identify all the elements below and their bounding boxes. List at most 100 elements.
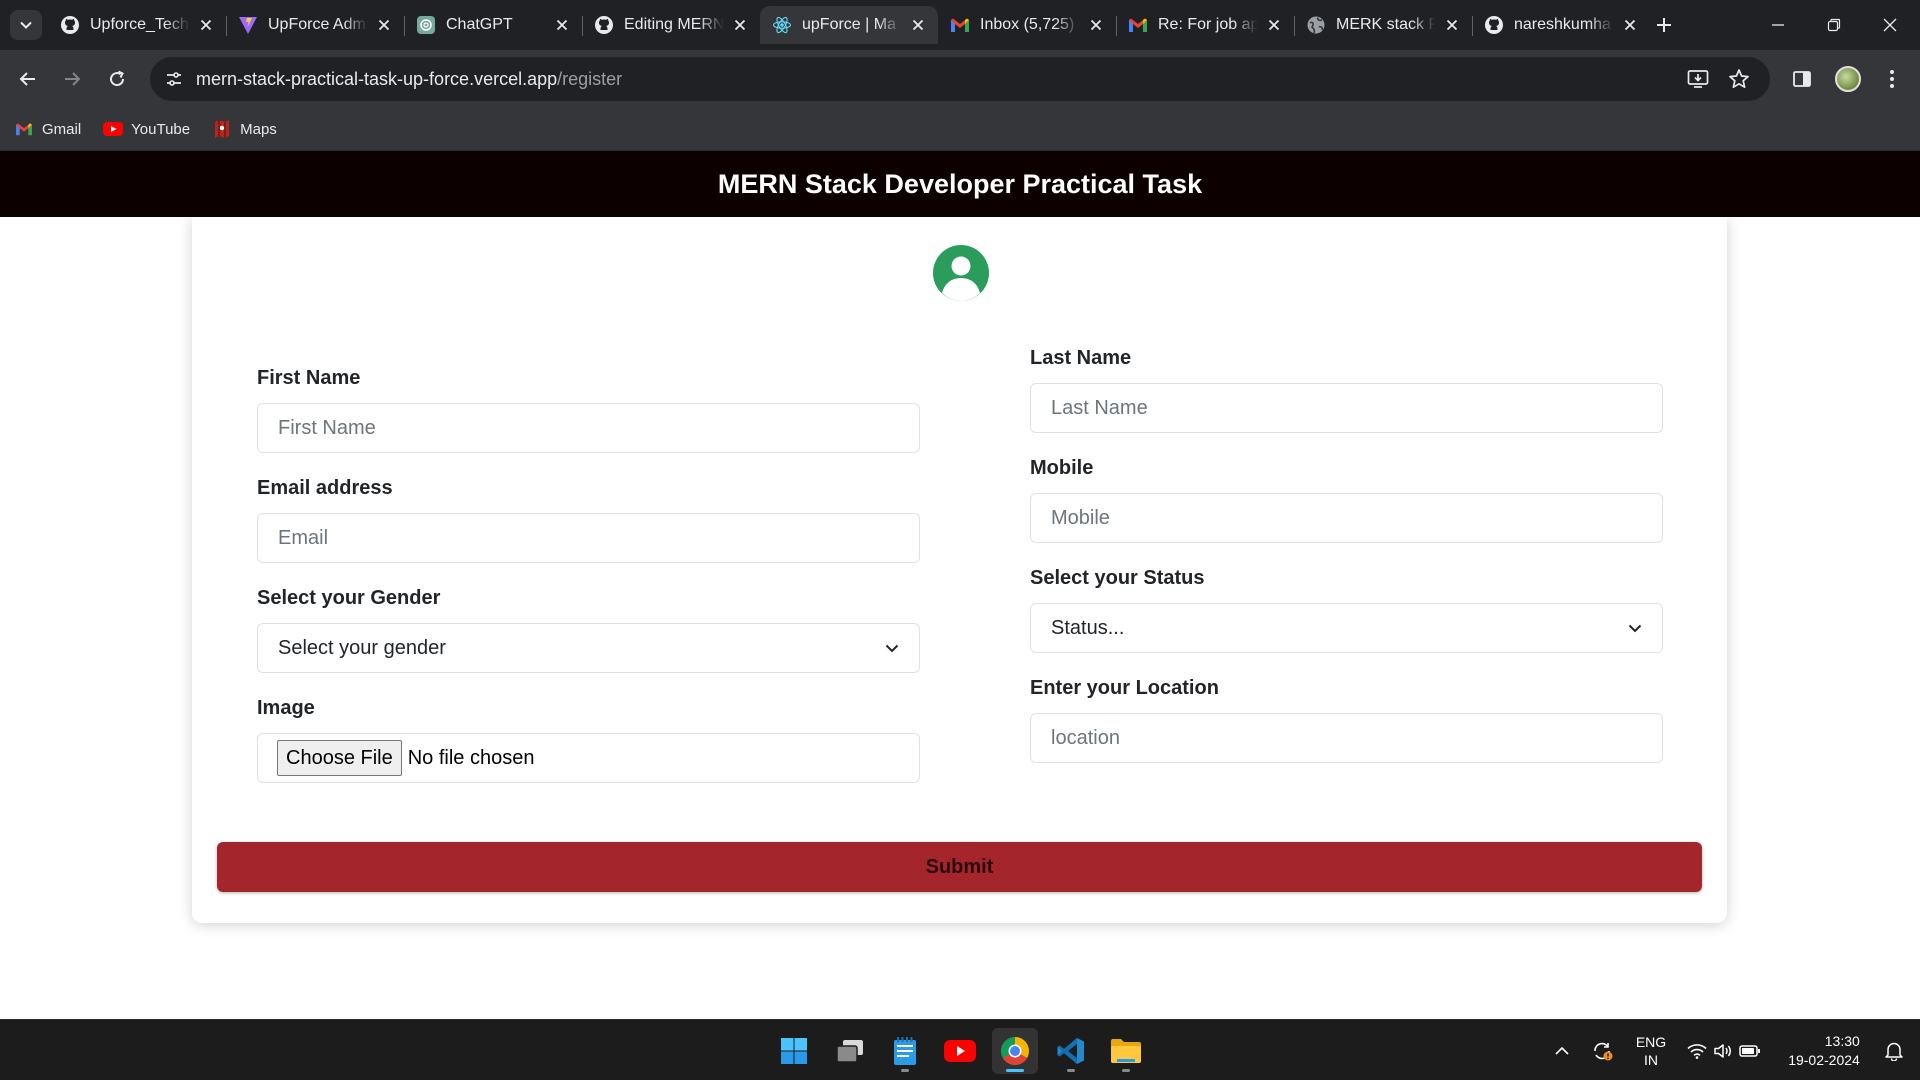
tab-title: UpForce Adm: [268, 16, 366, 33]
minimize-icon: [1772, 24, 1784, 26]
close-icon[interactable]: [1442, 15, 1462, 35]
task-view-icon[interactable]: [827, 1028, 873, 1074]
tab-title: Re: For job ap: [1158, 16, 1258, 33]
tab-search-button[interactable]: [10, 10, 42, 40]
clock-time: 13:30: [1824, 1032, 1860, 1049]
new-tab-button[interactable]: [1650, 11, 1678, 39]
install-app-icon[interactable]: [1685, 67, 1711, 91]
vscode-icon[interactable]: [1048, 1028, 1094, 1074]
url-path: /register: [557, 68, 623, 89]
restore-button[interactable]: [1806, 0, 1862, 50]
running-indicator: [1067, 1069, 1075, 1072]
region-code: IN: [1644, 1051, 1658, 1068]
youtube-icon: [103, 119, 124, 139]
bookmark-gmail[interactable]: Gmail: [14, 119, 81, 139]
battery-icon: [1739, 1044, 1760, 1057]
chevron-up-icon: [1555, 1046, 1569, 1055]
language-indicator[interactable]: ENG IN: [1628, 1020, 1674, 1080]
browser-tab-active[interactable]: upForce | Ma: [760, 6, 938, 44]
language-code: ENG: [1635, 1033, 1667, 1050]
site-info-icon[interactable]: [154, 59, 194, 99]
close-icon[interactable]: [1620, 15, 1640, 35]
vite-icon: [238, 15, 258, 35]
browser-tab[interactable]: MERK stack P: [1294, 6, 1473, 44]
choose-file-button[interactable]: Choose File: [277, 740, 402, 776]
mobile-label: Mobile: [1030, 457, 1094, 479]
browser-tab[interactable]: UpForce Adm: [226, 6, 405, 44]
last-name-input[interactable]: Last Name: [1030, 383, 1663, 433]
notifications-button[interactable]: [1874, 1020, 1914, 1080]
browser-tab[interactable]: Editing MERN: [582, 6, 761, 44]
location-input[interactable]: location: [1030, 713, 1663, 763]
tab-title: nareshkumha: [1514, 16, 1611, 33]
address-bar[interactable]: mern-stack-practical-task-up-force.verce…: [150, 57, 1770, 101]
forward-button[interactable]: [56, 63, 88, 95]
minimize-button[interactable]: [1750, 0, 1806, 50]
browser-tab[interactable]: nareshkumha: [1472, 6, 1650, 44]
status-selected-value: Status...: [1051, 616, 1125, 639]
close-icon[interactable]: [196, 15, 216, 35]
profile-button[interactable]: [1832, 63, 1864, 95]
clock[interactable]: 13:30 19-02-2024: [1774, 1020, 1874, 1080]
quick-settings-button[interactable]: [1684, 1020, 1764, 1080]
gender-select[interactable]: Select your gender: [257, 623, 920, 673]
tab-title: Inbox (5,725): [980, 16, 1075, 33]
browser-tab[interactable]: Re: For job ap: [1116, 6, 1295, 44]
status-select[interactable]: Status...: [1030, 603, 1663, 653]
file-explorer-icon[interactable]: [1103, 1028, 1149, 1074]
close-icon[interactable]: [374, 15, 394, 35]
windows-start-icon[interactable]: [771, 1028, 817, 1074]
arrow-left-icon: [19, 72, 35, 86]
bookmark-star-icon[interactable]: [1726, 67, 1752, 91]
side-panel-button[interactable]: [1786, 63, 1818, 95]
bookmark-label: YouTube: [131, 120, 191, 138]
running-indicator: [1006, 1069, 1024, 1072]
back-button[interactable]: [12, 63, 44, 95]
chatgpt-icon: [416, 15, 436, 35]
last-name-label: Last Name: [1030, 347, 1132, 369]
close-icon[interactable]: [1264, 15, 1284, 35]
gmail-icon: [950, 15, 970, 35]
react-icon: [772, 15, 792, 35]
chevron-down-icon: [883, 639, 901, 657]
window-close-button[interactable]: [1862, 0, 1918, 50]
close-icon[interactable]: [552, 15, 572, 35]
tab-title: Editing MERN: [624, 16, 724, 33]
close-icon[interactable]: [908, 15, 928, 35]
close-icon[interactable]: [730, 15, 750, 35]
bookmark-youtube[interactable]: YouTube: [103, 119, 190, 139]
register-form-card: First Name First Name Email address Emai…: [192, 217, 1727, 923]
show-hidden-icons-button[interactable]: [1548, 1020, 1576, 1080]
image-file-input[interactable]: Choose File No file chosen: [257, 733, 920, 783]
location-label: Enter your Location: [1030, 677, 1219, 699]
notepad-icon[interactable]: [882, 1028, 928, 1074]
browser-tab[interactable]: Upforce_Tech: [48, 6, 227, 44]
mobile-input[interactable]: Mobile: [1030, 493, 1663, 543]
bookmark-maps[interactable]: Maps: [212, 119, 277, 139]
github-icon: [1484, 15, 1504, 35]
page-title: MERN Stack Developer Practical Task: [717, 168, 1203, 199]
running-indicator: [901, 1069, 909, 1072]
chevron-down-icon: [20, 21, 32, 29]
chrome-icon[interactable]: [992, 1028, 1038, 1074]
browser-tab[interactable]: Inbox (5,725): [938, 6, 1117, 44]
gender-selected-value: Select your gender: [278, 636, 446, 659]
avatar: [1835, 66, 1861, 92]
app-header: MERN Stack Developer Practical Task: [0, 151, 1920, 217]
submit-button[interactable]: Submit: [217, 842, 1702, 892]
first-name-input[interactable]: First Name: [257, 403, 920, 453]
sync-icon[interactable]: [1586, 1020, 1618, 1080]
tab-title: upForce | Ma: [802, 16, 896, 33]
running-indicator: [1122, 1069, 1130, 1072]
browser-menu-button[interactable]: [1876, 63, 1908, 95]
github-icon: [60, 15, 80, 35]
email-input[interactable]: Email: [257, 513, 920, 563]
youtube-app-icon[interactable]: [937, 1028, 983, 1074]
url-host: mern-stack-practical-task-up-force.verce…: [196, 68, 558, 89]
reload-button[interactable]: [101, 63, 133, 95]
bookmark-label: Gmail: [42, 120, 82, 138]
close-icon[interactable]: [1086, 15, 1106, 35]
page-viewport: MERN Stack Developer Practical Task Firs…: [0, 151, 1920, 1019]
browser-tab[interactable]: ChatGPT: [404, 6, 583, 44]
image-label: Image: [257, 697, 315, 719]
